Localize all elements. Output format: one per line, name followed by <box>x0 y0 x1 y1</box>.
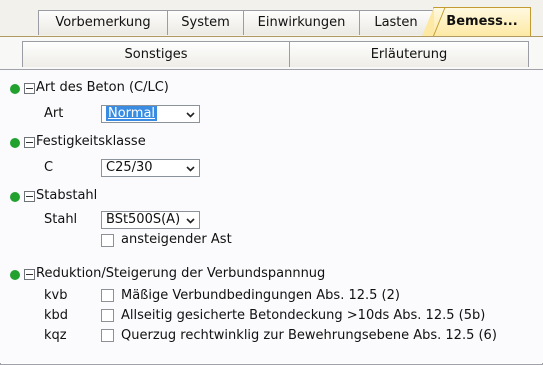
section-title: Reduktion/Steigerung der Verbundspannnug <box>36 266 326 281</box>
select-value: BSt500S(A) <box>106 212 181 227</box>
tab-label: Vorbemerkung <box>55 15 151 30</box>
checkbox-label: Querzug rechtwinklig zur Bewehrungsebene… <box>121 328 497 343</box>
collapse-icon[interactable] <box>24 83 35 94</box>
checkbox-label: ansteigender Ast <box>121 232 232 247</box>
tab-label: Erläuterung <box>370 47 448 62</box>
tab-sonstiges[interactable]: Sonstiges <box>22 41 290 67</box>
status-dot-icon <box>10 270 20 280</box>
tab-label: Einwirkungen <box>257 15 346 30</box>
kvb-checkbox[interactable] <box>101 289 114 302</box>
status-dot-icon <box>10 84 20 94</box>
field-label: Art <box>44 106 64 121</box>
field-label: kqz <box>44 328 67 343</box>
field-label: kbd <box>44 308 69 323</box>
chevron-down-icon <box>186 218 195 224</box>
select-value: Normal <box>106 106 158 121</box>
status-dot-icon <box>10 192 20 202</box>
tab-label: Sonstiges <box>124 47 188 62</box>
status-dot-icon <box>10 138 20 148</box>
chevron-down-icon <box>186 112 195 118</box>
sub-tab-bar: Sonstiges Erläuterung <box>0 37 543 69</box>
tab-label: System <box>181 15 230 30</box>
kqz-checkbox[interactable] <box>101 329 114 342</box>
chevron-down-icon <box>186 166 195 172</box>
tab-bemessung[interactable]: Bemess... <box>422 7 531 36</box>
field-label: kvb <box>44 288 68 303</box>
stahl-select[interactable]: BSt500S(A) <box>101 211 200 229</box>
kbd-checkbox[interactable] <box>101 309 114 322</box>
section-title: Stabstahl <box>36 188 98 203</box>
collapse-icon[interactable] <box>24 191 35 202</box>
festigkeitsklasse-select[interactable]: C25/30 <box>101 159 200 177</box>
checkbox-label: Mäßige Verbundbedingungen Abs. 12.5 (2) <box>121 288 400 303</box>
collapse-icon[interactable] <box>24 269 35 280</box>
select-value: C25/30 <box>106 160 153 175</box>
tab-vorbemerkung[interactable]: Vorbemerkung <box>38 10 168 35</box>
checkbox-label: Allseitig gesicherte Betondeckung >10ds … <box>121 308 486 323</box>
beton-art-select[interactable]: Normal <box>101 105 200 123</box>
tab-label: Bemess... <box>446 14 518 29</box>
ansteigender-ast-checkbox[interactable] <box>101 234 114 247</box>
field-label: C <box>44 160 54 175</box>
tab-erlaeuterung[interactable]: Erläuterung <box>289 41 529 67</box>
tab-einwirkungen[interactable]: Einwirkungen <box>243 10 360 35</box>
tab-system[interactable]: System <box>167 10 244 35</box>
main-tab-bar: Vorbemerkung System Einwirkungen Lasten … <box>0 0 543 37</box>
section-title: Festigkeitsklasse <box>36 134 146 149</box>
property-panel: Art des Beton (C/LC) Art Normal Festigke… <box>0 70 543 363</box>
collapse-icon[interactable] <box>24 137 35 148</box>
tab-label: Lasten <box>374 15 418 30</box>
field-label: Stahl <box>44 212 78 227</box>
section-title: Art des Beton (C/LC) <box>36 80 169 95</box>
